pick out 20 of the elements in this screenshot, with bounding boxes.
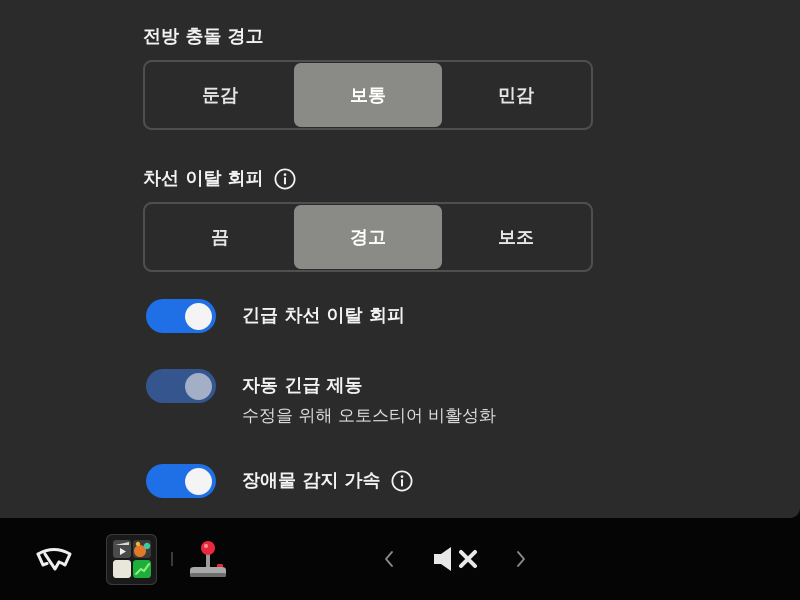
toggle-switch[interactable] (146, 464, 216, 498)
app-grid-icon (112, 539, 152, 579)
segment-option[interactable]: 끔 (146, 205, 294, 269)
toggle-label: 장애물 감지 가속 (242, 469, 381, 493)
joystick-icon[interactable] (188, 540, 228, 578)
windshield-wiper-icon[interactable] (35, 546, 73, 572)
toggle-label: 긴급 차선 이탈 회피 (242, 304, 405, 328)
chevron-right-icon[interactable] (517, 551, 525, 567)
chevron-left-icon[interactable] (385, 551, 393, 567)
app-launcher-button[interactable] (106, 534, 157, 584)
info-icon[interactable] (390, 470, 413, 492)
info-icon[interactable] (274, 168, 296, 190)
segment-option[interactable]: 민감 (442, 63, 590, 127)
segment-option[interactable]: 둔감 (146, 63, 294, 127)
section-title: 차선 이탈 회피 (143, 167, 264, 191)
toggle-label: 자동 긴급 제동 (242, 374, 363, 398)
toggle-switch[interactable] (146, 299, 216, 333)
toggle-note: 수정을 위해 오토스티어 비활성화 (242, 405, 496, 428)
section-title: 전방 충돌 경고 (143, 25, 264, 49)
segment-option[interactable]: 보조 (442, 205, 590, 269)
